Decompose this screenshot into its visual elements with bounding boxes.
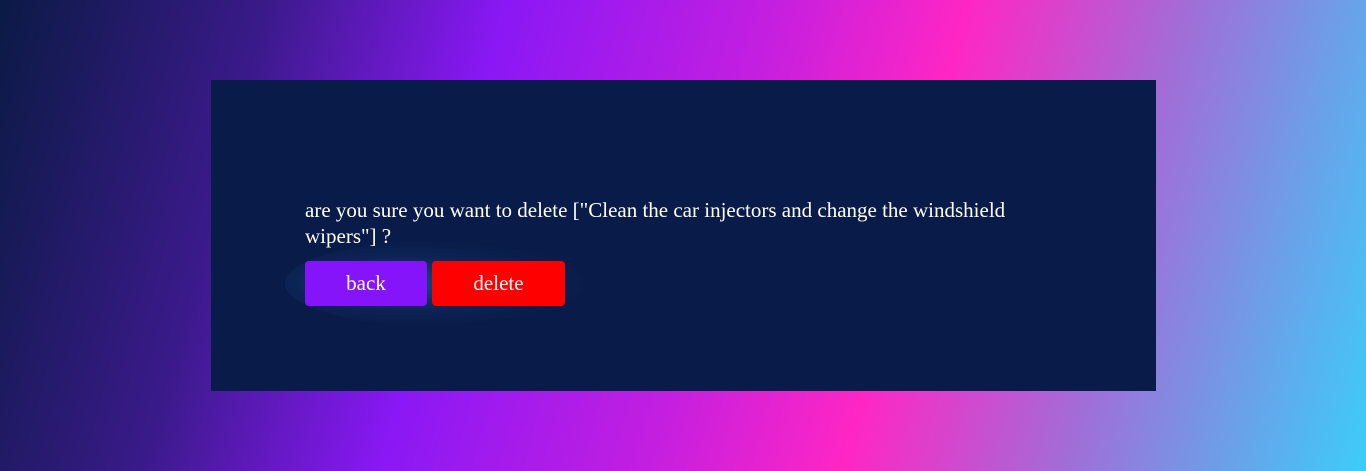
dialog-actions: back delete xyxy=(285,241,1065,326)
delete-button[interactable]: delete xyxy=(432,261,565,306)
delete-confirm-dialog: are you sure you want to delete ["Clean … xyxy=(211,80,1156,391)
confirm-message: are you sure you want to delete ["Clean … xyxy=(305,198,1006,248)
back-button[interactable]: back xyxy=(305,261,427,306)
dialog-content: are you sure you want to delete ["Clean … xyxy=(285,197,1065,326)
